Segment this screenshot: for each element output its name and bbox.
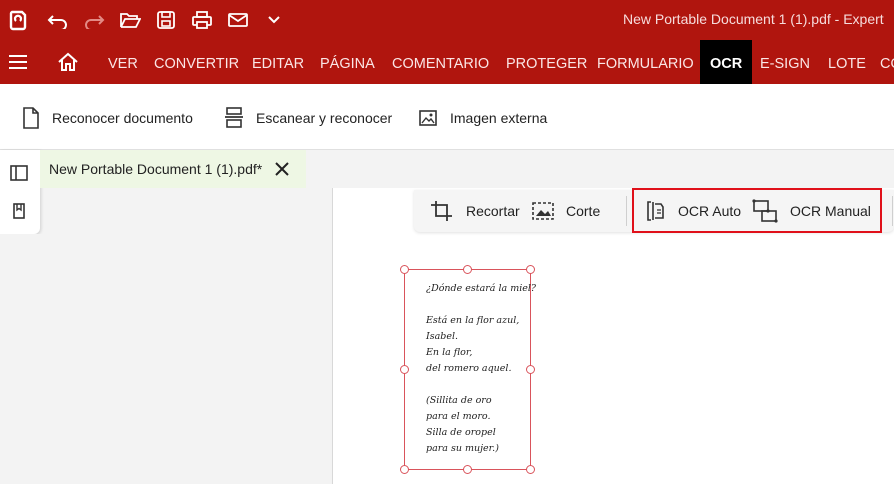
ocr-tools-highlight (632, 188, 882, 233)
title-bar: New Portable Document 1 (1).pdf - Expert (0, 0, 894, 40)
resize-handle[interactable] (463, 265, 472, 274)
external-image-label: Imagen externa (450, 110, 548, 126)
poem-line (426, 297, 526, 313)
resize-handle[interactable] (400, 365, 409, 374)
tab-e-sign[interactable]: E-SIGN (760, 40, 810, 84)
resize-handle[interactable] (526, 465, 535, 474)
poem-line: del romero aquel. (426, 363, 512, 374)
poem-line: para el moro. (426, 411, 491, 422)
close-icon[interactable] (272, 159, 292, 179)
poem-line: En la flor, (426, 347, 473, 358)
resize-handle[interactable] (526, 365, 535, 374)
resize-handle[interactable] (463, 465, 472, 474)
document-tab[interactable]: New Portable Document 1 (1).pdf* (40, 150, 306, 188)
hamburger-menu-icon[interactable] (6, 50, 30, 74)
crop-label: Recortar (466, 203, 520, 219)
poem-line (426, 377, 526, 393)
app-logo-icon[interactable] (6, 8, 30, 32)
mail-icon[interactable] (226, 8, 250, 32)
panel-toggle-icon[interactable] (8, 162, 30, 184)
menu-bar: VER CONVERTIR EDITAR PÁGINA COMENTARIO P… (0, 40, 894, 84)
document-tab-label: New Portable Document 1 (1).pdf* (49, 161, 263, 177)
toolbar-separator (892, 196, 893, 226)
tab-ver[interactable]: VER (108, 40, 138, 84)
toolbar-separator (626, 196, 627, 226)
ocr-ribbon: Reconocer documento Escanear y reconocer… (0, 84, 894, 150)
recognize-document-label: Reconocer documento (52, 110, 193, 126)
handwritten-poem: ¿Dónde estará la miel? Está en la flor a… (426, 281, 536, 457)
undo-icon[interactable] (46, 8, 70, 32)
chevron-down-icon[interactable] (262, 8, 286, 32)
document-icon (23, 107, 39, 129)
poem-line: Isabel. (426, 331, 459, 342)
tab-lote[interactable]: LOTE (828, 40, 866, 84)
bookmark-icon[interactable] (8, 200, 30, 222)
window-title: New Portable Document 1 (1).pdf - Expert (623, 11, 884, 27)
poem-line: Silla de oropel (426, 427, 496, 438)
selection-icon (532, 202, 554, 220)
resize-handle[interactable] (400, 265, 409, 274)
open-folder-icon[interactable] (118, 8, 142, 32)
recognize-document-button[interactable]: Reconocer documento (22, 104, 193, 132)
tab-pagina[interactable]: PÁGINA (320, 40, 375, 84)
crop-button[interactable]: Recortar (430, 199, 520, 223)
poem-line: ¿Dónde estará la miel? (426, 283, 536, 294)
save-icon[interactable] (154, 8, 178, 32)
scan-and-recognize-button[interactable]: Escanear y reconocer (224, 104, 392, 132)
tab-comentario[interactable]: COMENTARIO (392, 40, 489, 84)
resize-handle[interactable] (400, 465, 409, 474)
tab-overflow[interactable]: CO (880, 40, 894, 84)
image-icon (419, 110, 437, 126)
left-sidebar (0, 150, 40, 234)
tab-convertir[interactable]: CONVERTIR (154, 40, 239, 84)
redo-icon[interactable] (82, 8, 106, 32)
tab-proteger[interactable]: PROTEGER (506, 40, 587, 84)
scanner-icon (225, 107, 243, 128)
tab-formulario[interactable]: FORMULARIO (597, 40, 694, 84)
print-icon[interactable] (190, 8, 214, 32)
poem-line: para su mujer.) (426, 443, 499, 454)
resize-handle[interactable] (526, 265, 535, 274)
tab-editar[interactable]: EDITAR (252, 40, 304, 84)
external-image-button[interactable]: Imagen externa (418, 104, 547, 132)
poem-line: Está en la flor azul, (426, 315, 520, 326)
scan-and-recognize-label: Escanear y reconocer (256, 110, 393, 126)
crop-icon (431, 201, 452, 221)
cut-button[interactable]: Corte (532, 199, 600, 223)
cut-label: Corte (566, 203, 601, 219)
home-icon[interactable] (56, 50, 80, 74)
tab-ocr[interactable]: OCR (700, 40, 753, 84)
poem-line: (Sillita de oro (426, 395, 492, 406)
thumbnail-pane (0, 234, 332, 484)
